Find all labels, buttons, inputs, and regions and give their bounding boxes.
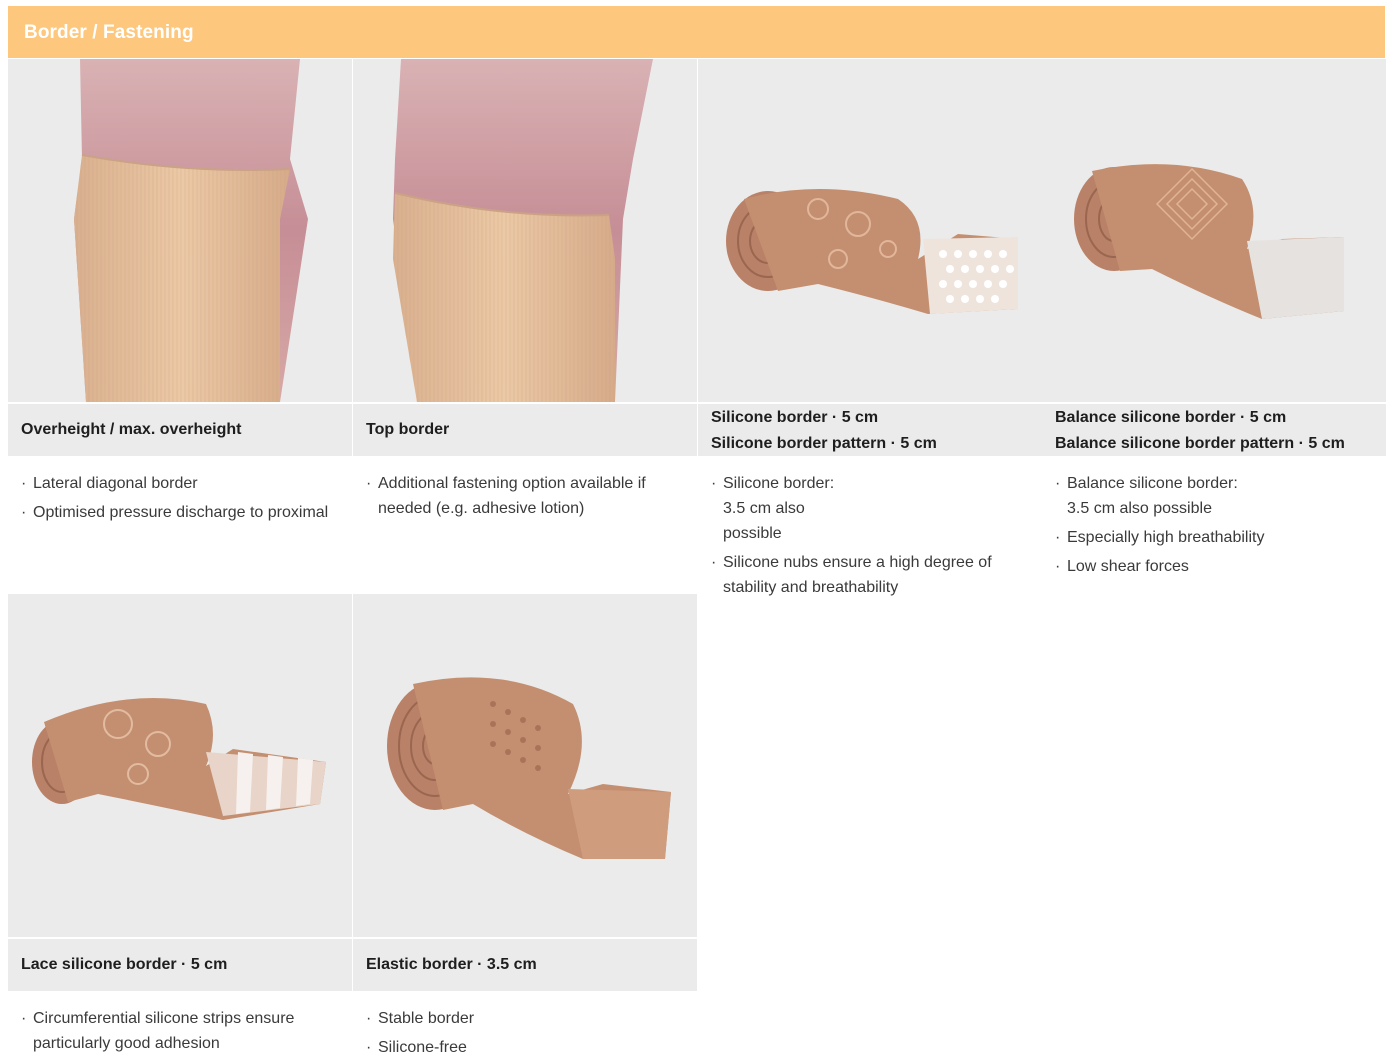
section-header: Border / Fastening — [8, 6, 1385, 58]
card-title: Lace silicone border · 5 cm — [21, 956, 228, 973]
bullet-list: · Balance silicone border: 3.5 cm also po… — [1055, 471, 1380, 583]
silicone-border-roll-image — [698, 59, 1042, 402]
bullet-item: · Additional fastening option available i… — [366, 475, 646, 517]
card-title: Overheight / max. overheight — [21, 421, 242, 438]
bullet-item: · Lateral diagonal border — [21, 475, 198, 492]
bullet-item: · Silicone-free — [366, 1039, 467, 1053]
knee-stocking-diagonal-border-image — [8, 59, 352, 402]
bullet-item: · Silicone border: 3.5 cm also possible — [711, 475, 835, 542]
bullet-item: · Low shear forces — [1055, 558, 1189, 575]
bullet-item: · Balance silicone border: 3.5 cm also po… — [1055, 475, 1238, 517]
balance-silicone-border-roll-image — [1042, 59, 1386, 402]
card-title-bar: Top border — [353, 404, 697, 456]
bullet-list: · Lateral diagonal border · Optimised pres… — [21, 471, 346, 529]
section-title: Border / Fastening — [24, 22, 194, 43]
bullet-item: · Circumferential silicone strips ensure … — [21, 1010, 295, 1052]
card-title-line: Balance silicone border pattern · 5 cm — [1055, 435, 1345, 452]
card-title: Elastic border · 3.5 cm — [366, 956, 537, 973]
lace-silicone-border-roll-image — [8, 594, 352, 937]
bullet-item: · Silicone nubs ensure a high degree of s… — [711, 554, 992, 596]
knee-stocking-top-border-image — [353, 59, 697, 402]
card-title-line: Silicone border · 5 cm — [711, 409, 879, 426]
bullet-list: · Additional fastening option available i… — [366, 471, 691, 525]
card-title-bar: Elastic border · 3.5 cm — [353, 939, 697, 991]
card-title-line: Balance silicone border · 5 cm — [1055, 409, 1287, 426]
card-title-bar: Silicone border · 5 cm Silicone border p… — [698, 404, 1042, 456]
bullet-item: · Especially high breathability — [1055, 529, 1265, 546]
card-title-bar: Balance silicone border · 5 cm Balance s… — [1042, 404, 1386, 456]
bullet-list: · Stable border · Silicone-free — [366, 1006, 691, 1053]
bullet-list: · Circumferential silicone strips ensure … — [21, 1006, 346, 1053]
elastic-border-roll-image — [353, 594, 697, 937]
bullet-list: · Silicone border: 3.5 cm also possible ·… — [711, 471, 1036, 604]
bullet-item: · Optimised pressure discharge to proxima… — [21, 504, 329, 521]
card-title: Top border — [366, 421, 450, 438]
card-title-bar: Lace silicone border · 5 cm — [8, 939, 352, 991]
card-title-bar: Overheight / max. overheight — [8, 404, 352, 456]
bullet-item: · Stable border — [366, 1010, 475, 1027]
card-title-line: Silicone border pattern · 5 cm — [711, 435, 937, 452]
